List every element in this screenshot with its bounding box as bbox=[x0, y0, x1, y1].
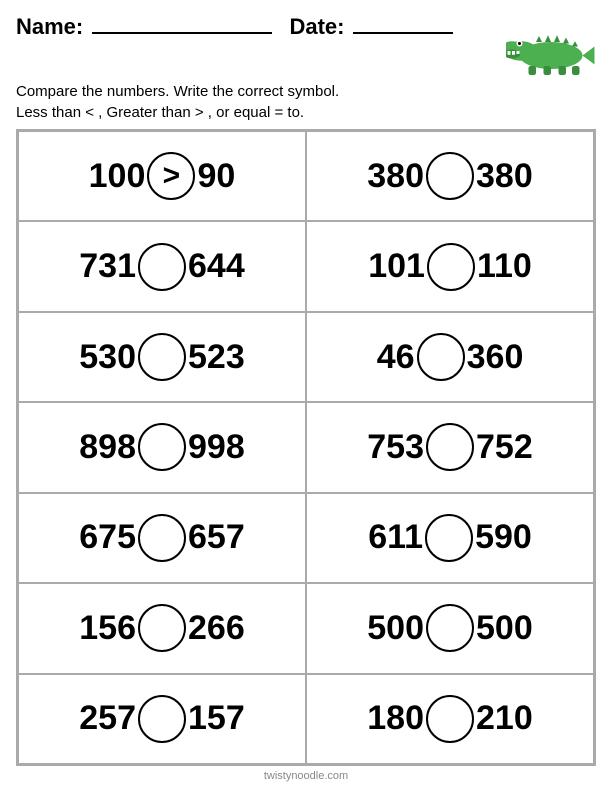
num-4-left2: 753 bbox=[367, 428, 424, 467]
num-6-left2: 500 bbox=[367, 609, 424, 648]
circle-7-left[interactable] bbox=[138, 695, 186, 743]
instruction-line1: Compare the numbers. Write the correct s… bbox=[16, 81, 596, 102]
circle-2-right[interactable] bbox=[427, 243, 475, 291]
num-3-left2: 46 bbox=[377, 338, 415, 377]
num-5-left1: 675 bbox=[79, 518, 136, 557]
circle-4-right[interactable] bbox=[426, 423, 474, 471]
circle-3-right[interactable] bbox=[417, 333, 465, 381]
name-input-line bbox=[92, 32, 272, 34]
circle-6-left[interactable] bbox=[138, 604, 186, 652]
circle-5-right[interactable] bbox=[425, 514, 473, 562]
num-5-right1: 657 bbox=[188, 518, 245, 557]
header-row: Name: Date: bbox=[16, 14, 596, 79]
num-6-right1: 266 bbox=[188, 609, 245, 648]
num-7-right2: 210 bbox=[476, 699, 533, 738]
instructions: Compare the numbers. Write the correct s… bbox=[16, 81, 596, 123]
cell-row4-left: 898 998 bbox=[18, 402, 306, 492]
num-4-left1: 898 bbox=[79, 428, 136, 467]
instruction-line2: Less than < , Greater than > , or equal … bbox=[16, 102, 596, 123]
cell-row1-right: 380 380 bbox=[306, 131, 594, 221]
circle-2-left[interactable] bbox=[138, 243, 186, 291]
num-3-right1: 523 bbox=[188, 338, 245, 377]
num-4-right2: 752 bbox=[476, 428, 533, 467]
cell-row5-right: 611 590 bbox=[306, 493, 594, 583]
num-1-left1: 100 bbox=[89, 157, 146, 196]
circle-1-left[interactable]: > bbox=[147, 152, 195, 200]
circle-7-right[interactable] bbox=[426, 695, 474, 743]
date-label: Date: bbox=[289, 14, 344, 39]
cell-row5-left: 675 657 bbox=[18, 493, 306, 583]
cell-row3-left: 530 523 bbox=[18, 312, 306, 402]
num-4-right1: 998 bbox=[188, 428, 245, 467]
cell-row6-left: 156 266 bbox=[18, 583, 306, 673]
num-1-left2: 380 bbox=[367, 157, 424, 196]
comparison-grid: 100 > 90 380 380 731 644 101 110 530 523… bbox=[16, 129, 596, 766]
num-1-right1: 90 bbox=[197, 157, 235, 196]
num-6-left1: 156 bbox=[79, 609, 136, 648]
cell-row4-right: 753 752 bbox=[306, 402, 594, 492]
cell-row2-left: 731 644 bbox=[18, 221, 306, 311]
num-5-left2: 611 bbox=[368, 518, 423, 557]
num-1-right2: 380 bbox=[476, 157, 533, 196]
cell-row2-right: 101 110 bbox=[306, 221, 594, 311]
num-2-right2: 110 bbox=[477, 247, 532, 286]
num-3-right2: 360 bbox=[467, 338, 524, 377]
cell-row7-right: 180 210 bbox=[306, 674, 594, 764]
alligator-icon bbox=[506, 14, 596, 79]
footer: twistynoodle.com bbox=[16, 766, 596, 782]
circle-5-left[interactable] bbox=[138, 514, 186, 562]
name-date-area: Name: Date: bbox=[16, 14, 453, 40]
num-7-left1: 257 bbox=[79, 699, 136, 738]
num-5-right2: 590 bbox=[475, 518, 532, 557]
num-7-left2: 180 bbox=[367, 699, 424, 738]
circle-4-left[interactable] bbox=[138, 423, 186, 471]
cell-row7-left: 257 157 bbox=[18, 674, 306, 764]
cell-row3-right: 46 360 bbox=[306, 312, 594, 402]
circle-1-right[interactable] bbox=[426, 152, 474, 200]
date-input-line bbox=[353, 32, 453, 34]
num-6-right2: 500 bbox=[476, 609, 533, 648]
page: Name: Date: bbox=[0, 0, 612, 792]
cell-row1-left: 100 > 90 bbox=[18, 131, 306, 221]
num-7-right1: 157 bbox=[188, 699, 245, 738]
circle-6-right[interactable] bbox=[426, 604, 474, 652]
name-label: Name: bbox=[16, 14, 83, 39]
cell-row6-right: 500 500 bbox=[306, 583, 594, 673]
num-3-left1: 530 bbox=[79, 338, 136, 377]
num-2-left1: 731 bbox=[79, 247, 136, 286]
num-2-right1: 644 bbox=[188, 247, 245, 286]
circle-3-left[interactable] bbox=[138, 333, 186, 381]
num-2-left2: 101 bbox=[368, 247, 425, 286]
